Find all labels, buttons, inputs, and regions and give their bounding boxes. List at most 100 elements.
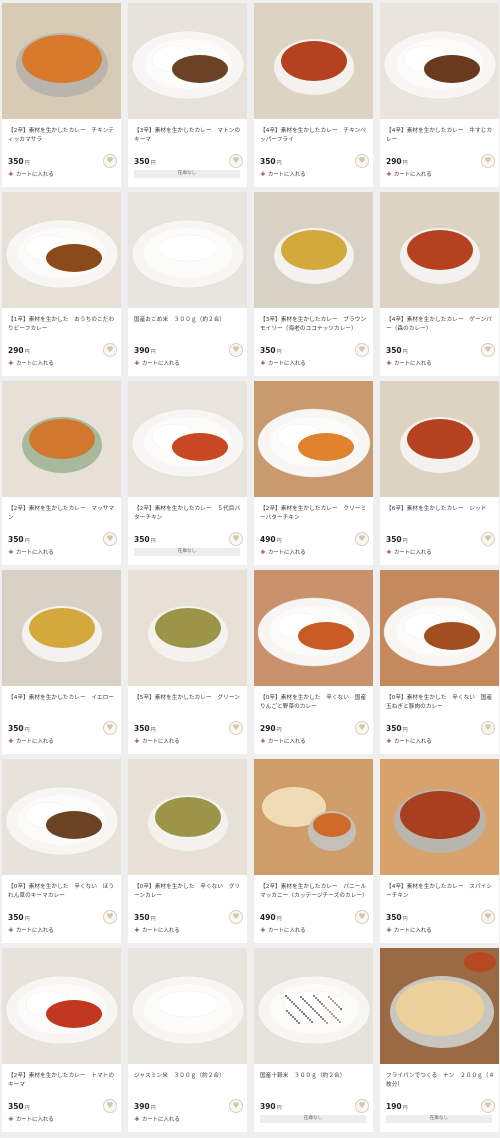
product-card[interactable]: 【4辛】素材を生かしたカレー 牛すじカレー 290円 ♥ + カートに入れる — [380, 3, 499, 187]
add-to-cart-button[interactable]: + カートに入れる — [8, 926, 117, 934]
product-title[interactable]: 国産十穀米 ３００ｇ（約２合） — [260, 1072, 369, 1092]
add-to-cart-button[interactable]: + カートに入れる — [260, 926, 369, 934]
add-to-cart-button[interactable]: + カートに入れる — [386, 359, 495, 367]
product-card[interactable]: 【2辛】素材を生かしたカレー クリーミーバターチキン 490円 ♥ + カートに入れる — [254, 381, 373, 565]
add-to-cart-button[interactable]: + カートに入れる — [260, 737, 369, 745]
product-card[interactable]: 【6辛】素材を生かしたカレー レッド 350円 ♥ + カートに入れる — [380, 381, 499, 565]
add-to-cart-button[interactable]: + カートに入れる — [260, 359, 369, 367]
add-to-cart-button[interactable]: + カートに入れる — [8, 1115, 117, 1123]
product-image[interactable] — [128, 381, 247, 497]
product-title[interactable]: 【2辛】素材を生かしたカレー ５代目バターチキン — [134, 505, 243, 525]
product-card[interactable]: 【4辛】素材を生かしたカレー チキンペッパーフライ 350円 ♥ + カートに入れる — [254, 3, 373, 187]
product-title[interactable]: 【0辛】素材を生かした 辛くない グリーンカレー — [134, 883, 243, 903]
favorite-heart-icon[interactable]: ♥ — [481, 154, 495, 168]
product-card[interactable]: 【0辛】素材を生かした 辛くない 国産りんごと野菜のカレー 290円 ♥ + カートに入… — [254, 570, 373, 754]
product-image[interactable] — [380, 948, 499, 1064]
favorite-heart-icon[interactable]: ♥ — [103, 910, 117, 924]
product-card[interactable]: 【2辛】素材を生かしたカレー チキンティッカマサラ 350円 ♥ + カートに入れる — [2, 3, 121, 187]
product-card[interactable]: 【0辛】素材を生かした 辛くない グリーンカレー 350円 ♥ + カートに入れる — [128, 759, 247, 943]
add-to-cart-button[interactable]: + カートに入れる — [260, 170, 369, 178]
favorite-heart-icon[interactable]: ♥ — [103, 343, 117, 357]
favorite-heart-icon[interactable]: ♥ — [103, 721, 117, 735]
product-card[interactable]: 【5辛】素材を生かしたカレー グリーン 350円 ♥ + カートに入れる — [128, 570, 247, 754]
favorite-heart-icon[interactable]: ♥ — [103, 154, 117, 168]
favorite-heart-icon[interactable]: ♥ — [355, 721, 369, 735]
product-title[interactable]: 【2辛】素材を生かしたカレー トマトのキーマ — [8, 1072, 117, 1092]
product-title[interactable]: 【4辛】素材を生かしたカレー ゲーンパー（森のカレー） — [386, 316, 495, 336]
product-image[interactable] — [380, 381, 499, 497]
product-image[interactable] — [2, 759, 121, 875]
product-card[interactable]: 【4辛】素材を生かしたカレー ゲーンパー（森のカレー） 350円 ♥ + カートに入れる — [380, 192, 499, 376]
product-title[interactable]: 【2辛】素材を生かしたカレー チキンティッカマサラ — [8, 127, 117, 147]
add-to-cart-button[interactable]: + カートに入れる — [386, 926, 495, 934]
favorite-heart-icon[interactable]: ♥ — [229, 154, 243, 168]
favorite-heart-icon[interactable]: ♥ — [229, 721, 243, 735]
product-title[interactable]: 【0辛】素材を生かした 辛くない ほうれん草のキーマカレー — [8, 883, 117, 903]
favorite-heart-icon[interactable]: ♥ — [229, 343, 243, 357]
product-image[interactable] — [254, 570, 373, 686]
add-to-cart-button[interactable]: + カートに入れる — [134, 359, 243, 367]
product-image[interactable] — [380, 570, 499, 686]
favorite-heart-icon[interactable]: ♥ — [481, 910, 495, 924]
favorite-heart-icon[interactable]: ♥ — [103, 1099, 117, 1113]
product-image[interactable] — [254, 759, 373, 875]
product-image[interactable] — [128, 948, 247, 1064]
product-card[interactable]: 国産十穀米 ３００ｇ（約２合） 390円 ♥ 在庫なし — [254, 948, 373, 1132]
product-card[interactable]: 【4辛】素材を生かしたカレー スパイシーチキン 350円 ♥ + カートに入れる — [380, 759, 499, 943]
product-card[interactable]: 【2辛】素材を生かしたカレー パニールマッカニー（カッテージチーズのカレー） 49… — [254, 759, 373, 943]
product-title[interactable]: 【2辛】素材を生かしたカレー マッサマン — [8, 505, 117, 525]
product-image[interactable] — [2, 192, 121, 308]
product-title[interactable]: フライパンでつくる ナン ２００ｇ（４枚分） — [386, 1072, 495, 1092]
product-image[interactable] — [128, 759, 247, 875]
product-card[interactable]: 【0辛】素材を生かした 辛くない 国産玉ねぎと豚肉のカレー 350円 ♥ + カートに入… — [380, 570, 499, 754]
favorite-heart-icon[interactable]: ♥ — [355, 154, 369, 168]
favorite-heart-icon[interactable]: ♥ — [229, 532, 243, 546]
product-image[interactable] — [254, 381, 373, 497]
product-title[interactable]: 【4辛】素材を生かしたカレー 牛すじカレー — [386, 127, 495, 147]
favorite-heart-icon[interactable]: ♥ — [103, 532, 117, 546]
add-to-cart-button[interactable]: + カートに入れる — [260, 548, 369, 556]
add-to-cart-button[interactable]: + カートに入れる — [386, 548, 495, 556]
product-title[interactable]: 【2辛】素材を生かしたカレー パニールマッカニー（カッテージチーズのカレー） — [260, 883, 369, 903]
add-to-cart-button[interactable]: + カートに入れる — [386, 737, 495, 745]
product-image[interactable] — [380, 759, 499, 875]
product-image[interactable] — [2, 381, 121, 497]
product-image[interactable] — [128, 192, 247, 308]
product-card[interactable]: 【3辛】素材を生かしたカレー マトンのキーマ 350円 ♥ 在庫なし — [128, 3, 247, 187]
add-to-cart-button[interactable]: + カートに入れる — [134, 737, 243, 745]
product-card[interactable]: 【1辛】素材を生かした おうちのこだわりビーフカレー 290円 ♥ + カートに入れる — [2, 192, 121, 376]
product-image[interactable] — [2, 948, 121, 1064]
add-to-cart-button[interactable]: + カートに入れる — [8, 548, 117, 556]
product-image[interactable] — [380, 3, 499, 119]
favorite-heart-icon[interactable]: ♥ — [481, 721, 495, 735]
product-image[interactable] — [380, 192, 499, 308]
product-title[interactable]: 【6辛】素材を生かしたカレー レッド — [386, 505, 495, 525]
product-card[interactable]: 国産おこめ米 ３００ｇ（約２合） 390円 ♥ + カートに入れる — [128, 192, 247, 376]
product-image[interactable] — [2, 570, 121, 686]
favorite-heart-icon[interactable]: ♥ — [355, 910, 369, 924]
product-image[interactable] — [254, 3, 373, 119]
favorite-heart-icon[interactable]: ♥ — [355, 1099, 369, 1113]
product-card[interactable]: 【2辛】素材を生かしたカレー マッサマン 350円 ♥ + カートに入れる — [2, 381, 121, 565]
product-title[interactable]: 国産おこめ米 ３００ｇ（約２合） — [134, 316, 243, 336]
product-image[interactable] — [2, 3, 121, 119]
product-card[interactable]: フライパンでつくる ナン ２００ｇ（４枚分） 190円 ♥ 在庫なし — [380, 948, 499, 1132]
product-title[interactable]: 【0辛】素材を生かした 辛くない 国産玉ねぎと豚肉のカレー — [386, 694, 495, 714]
product-card[interactable]: 【2辛】素材を生かしたカレー ５代目バターチキン 350円 ♥ 在庫なし — [128, 381, 247, 565]
product-title[interactable]: 【4辛】素材を生かしたカレー チキンペッパーフライ — [260, 127, 369, 147]
product-title[interactable]: 【4辛】素材を生かしたカレー スパイシーチキン — [386, 883, 495, 903]
favorite-heart-icon[interactable]: ♥ — [481, 343, 495, 357]
add-to-cart-button[interactable]: + カートに入れる — [8, 737, 117, 745]
product-title[interactable]: 【0辛】素材を生かした 辛くない 国産りんごと野菜のカレー — [260, 694, 369, 714]
product-title[interactable]: 【5辛】素材を生かしたカレー グリーン — [134, 694, 243, 714]
add-to-cart-button[interactable]: + カートに入れる — [8, 359, 117, 367]
product-image[interactable] — [128, 570, 247, 686]
favorite-heart-icon[interactable]: ♥ — [481, 532, 495, 546]
product-card[interactable]: ジャスミン米 ３００ｇ（約２合） 390円 ♥ + カートに入れる — [128, 948, 247, 1132]
product-card[interactable]: 【0辛】素材を生かした 辛くない ほうれん草のキーマカレー 350円 ♥ + カートに入… — [2, 759, 121, 943]
product-title[interactable]: 【3辛】素材を生かしたカレー ブラウンモイリー（海老のココナッツカレー） — [260, 316, 369, 336]
product-card[interactable]: 【4辛】素材を生かしたカレー イエロー 350円 ♥ + カートに入れる — [2, 570, 121, 754]
add-to-cart-button[interactable]: + カートに入れる — [134, 926, 243, 934]
favorite-heart-icon[interactable]: ♥ — [229, 1099, 243, 1113]
product-title[interactable]: 【2辛】素材を生かしたカレー クリーミーバターチキン — [260, 505, 369, 525]
